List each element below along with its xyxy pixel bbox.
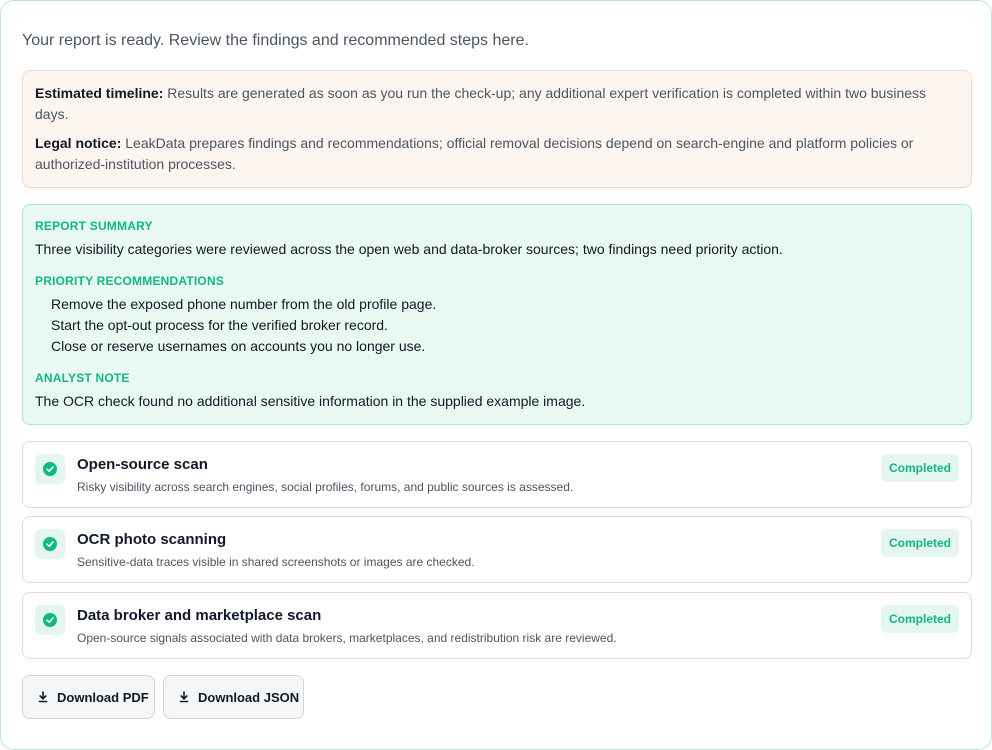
download-json-label: Download JSON (198, 690, 300, 705)
step-description: Risky visibility across search engines, … (77, 480, 574, 494)
legal-text: LeakData prepares findings and recommend… (35, 135, 914, 172)
priority-heading: PRIORITY RECOMMENDATIONS (35, 274, 225, 288)
analyst-note-heading: ANALYST NOTE (35, 371, 130, 385)
step-description: Sensitive-data traces visible in shared … (77, 555, 475, 569)
step-title: Open-source scan (77, 456, 208, 473)
download-pdf-button[interactable]: Download PDF (22, 675, 155, 719)
timeline-notice: Estimated timeline: Results are generate… (35, 83, 959, 125)
report-intro: Your report is ready. Review the finding… (22, 32, 529, 49)
step-title: OCR photo scanning (77, 531, 227, 548)
status-badge: Completed (880, 605, 959, 633)
report-card: Your report is ready. Review the finding… (0, 0, 992, 750)
step-ocr-photo-scanning: OCR photo scanning Sensitive-data traces… (22, 516, 972, 583)
status-badge: Completed (880, 529, 959, 557)
step-title: Data broker and marketplace scan (77, 607, 322, 624)
download-icon (38, 691, 48, 703)
summary-text: Three visibility categories were reviewe… (35, 241, 783, 257)
recommendation-item: Close or reserve usernames on accounts y… (51, 338, 426, 354)
status-badge: Completed (880, 454, 959, 482)
step-data-broker-scan: Data broker and marketplace scan Open-so… (22, 592, 972, 659)
legal-label: Legal notice: (35, 135, 122, 151)
summary-heading: REPORT SUMMARY (35, 219, 153, 233)
timeline-label: Estimated timeline: (35, 85, 164, 101)
step-description: Open-source signals associated with data… (77, 631, 617, 645)
recommendation-item: Start the opt-out process for the verifi… (51, 317, 388, 333)
recommendation-item: Remove the exposed phone number from the… (51, 296, 437, 312)
notice-box: Estimated timeline: Results are generate… (22, 70, 972, 188)
download-icon (179, 691, 189, 703)
timeline-text: Results are generated as soon as you run… (35, 85, 927, 122)
check-circle-icon (35, 529, 65, 559)
analyst-note-text: The OCR check found no additional sensit… (35, 393, 586, 409)
download-json-button[interactable]: Download JSON (163, 675, 304, 719)
check-circle-icon (35, 454, 65, 484)
step-open-source-scan: Open-source scan Risky visibility across… (22, 441, 972, 508)
download-pdf-label: Download PDF (57, 690, 149, 705)
check-circle-icon (35, 605, 65, 635)
report-summary-panel: REPORT SUMMARY Three visibility categori… (22, 204, 972, 425)
legal-notice: Legal notice: LeakData prepares findings… (35, 133, 959, 175)
